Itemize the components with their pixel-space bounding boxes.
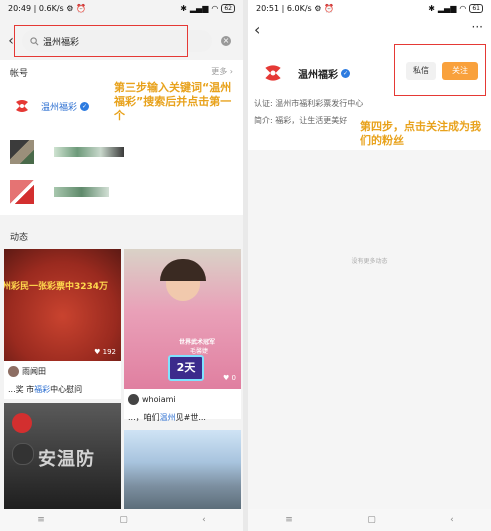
image-overlay-text-3: 安温防 [38, 449, 95, 470]
step-four-annotation: 第四步，点击关注成为我们的粉丝 [360, 120, 481, 147]
accounts-heading: 帐号 [10, 69, 29, 79]
overlay-title-2: 世界武术冠军 [179, 339, 216, 346]
post-card-2[interactable]: 世界武术冠军 毛馨婕 2天 ♥ 0 whoiami [124, 249, 241, 419]
account-result-first[interactable]: 温州福彩 ✓ [10, 94, 90, 118]
home-nav-icon-right[interactable]: ▢ [367, 515, 376, 525]
post-card-3[interactable]: 安温防 [4, 403, 121, 509]
blurred-avatar [10, 140, 34, 164]
verified-icon-right: ✓ [341, 68, 350, 78]
account-result-third[interactable] [10, 180, 109, 204]
bio-text: 简介: 福彩，让生活更美好 [254, 116, 348, 125]
welfare-lottery-logo [10, 94, 34, 118]
back-nav-icon[interactable]: ‹ [202, 515, 206, 525]
profile-name: 温州福彩 [298, 69, 338, 81]
verified-icon: ✓ [80, 101, 90, 111]
image-overlay-text-1: 州彩民一张彩票中3234万 [4, 282, 109, 292]
menu-nav-icon-right[interactable]: ≡ [285, 515, 293, 525]
highlight-box-follow [394, 44, 486, 96]
traffic-light-red [12, 413, 32, 433]
profile-identity: 温州福彩 ✓ [258, 58, 350, 88]
author-avatar-2 [128, 394, 139, 405]
post-caption-2: ...，咱们温州见#世... [128, 413, 206, 422]
countdown-badge: 2天 [168, 355, 204, 381]
menu-nav-icon[interactable]: ≡ [37, 515, 45, 525]
post-card-1[interactable]: 州彩民一张彩票中3234万 ♥ 192 雨闻田 ...奖 市福彩中心慰问 [4, 249, 121, 399]
more-options-icon[interactable]: ··· [472, 20, 483, 34]
like-count-2: ♥ 0 [223, 374, 236, 382]
account-name: 温州福彩 [41, 102, 78, 113]
post-image-1 [4, 249, 121, 361]
blurred-name [54, 147, 124, 157]
post-author-2: whoiami [128, 394, 176, 405]
back-nav-icon-right[interactable]: ‹ [450, 515, 454, 525]
battery-indicator: 62 [221, 3, 235, 13]
blurred-name-2 [54, 187, 109, 197]
status-bar: 20:49 | 0.6K/s ⚙ ⏰ ✱ ▂▄▆ ◠ 62 [0, 0, 243, 16]
dynamics-heading: 动态 [10, 233, 29, 243]
step-three-annotation: 第三步输入关键词“温州福彩”搜索后并点击第一个 [114, 81, 232, 122]
author-avatar-1 [8, 366, 19, 377]
account-result-second[interactable] [10, 140, 124, 164]
post-author-1: 雨闻田 [8, 366, 46, 377]
wifi-icon: ◠ [211, 3, 219, 13]
post-card-4[interactable] [124, 430, 241, 510]
blurred-avatar-2 [10, 180, 34, 204]
like-count-1: ♥ 192 [94, 348, 116, 356]
highlight-box-search [14, 25, 188, 57]
system-nav-bar-right: ≡ ▢ ‹ [248, 509, 491, 531]
post-image-4 [124, 430, 241, 510]
clear-icon[interactable]: × [221, 36, 231, 46]
profile-logo [258, 58, 288, 88]
overlay-subtitle-2: 毛馨婕 [190, 348, 209, 355]
more-link[interactable]: 更多 › [211, 66, 233, 77]
certification-text: 认证: 温州市福利彩票发行中心 [254, 99, 364, 108]
bluetooth-icon: ✱ [180, 3, 187, 13]
traffic-light-dark [12, 443, 34, 465]
system-nav-bar: ≡ ▢ ‹ [0, 509, 243, 531]
profile-screen: 20:51 | 6.0K/s ⚙ ⏰ ✱▂▄▆◠61 20:51 | 6.0K/… [248, 0, 491, 531]
post-caption-1: ...奖 市福彩中心慰问 [8, 385, 83, 394]
network-speed: 0.6K/s [38, 3, 64, 13]
signal-icon: ▂▄▆ [189, 3, 209, 13]
status-time: 20:49 [8, 3, 32, 13]
empty-feed-text: 没有更多动态 [351, 258, 388, 265]
home-nav-icon[interactable]: ▢ [119, 515, 128, 525]
back-icon-right[interactable]: ‹ [254, 20, 260, 39]
search-screen: 20:49 | 0.6K/s ⚙ ⏰ ✱ ▂▄▆ ◠ 62 ‹ 温州福彩 × 帐号 更… [0, 0, 243, 531]
